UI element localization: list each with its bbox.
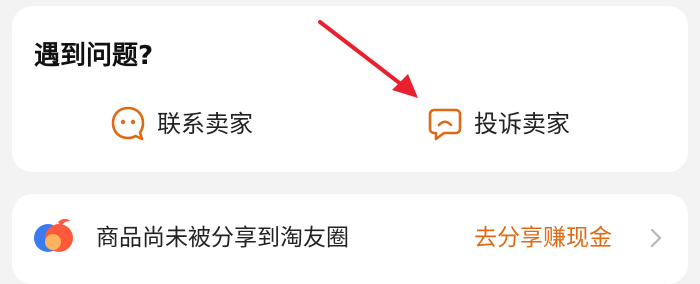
chevron-right-icon bbox=[648, 227, 664, 249]
share-card: 商品尚未被分享到淘友圈 去分享赚现金 bbox=[12, 194, 688, 284]
share-for-cash-link[interactable]: 去分享赚现金 bbox=[474, 222, 612, 254]
problem-title: 遇到问题? bbox=[34, 41, 154, 71]
taoyouquan-logo-icon bbox=[32, 216, 76, 256]
contact-seller-label: 联系卖家 bbox=[157, 110, 253, 138]
frown-chat-icon bbox=[426, 105, 464, 143]
contact-seller-button[interactable]: 联系卖家 bbox=[109, 104, 253, 144]
complain-seller-label: 投诉卖家 bbox=[474, 110, 570, 138]
share-row[interactable]: 商品尚未被分享到淘友圈 去分享赚现金 bbox=[12, 194, 688, 284]
smiley-chat-icon bbox=[109, 105, 147, 143]
problem-card: 遇到问题? 联系卖家 投诉卖家 bbox=[12, 6, 688, 172]
complain-seller-button[interactable]: 投诉卖家 bbox=[426, 104, 570, 144]
share-status-text: 商品尚未被分享到淘友圈 bbox=[96, 225, 349, 251]
